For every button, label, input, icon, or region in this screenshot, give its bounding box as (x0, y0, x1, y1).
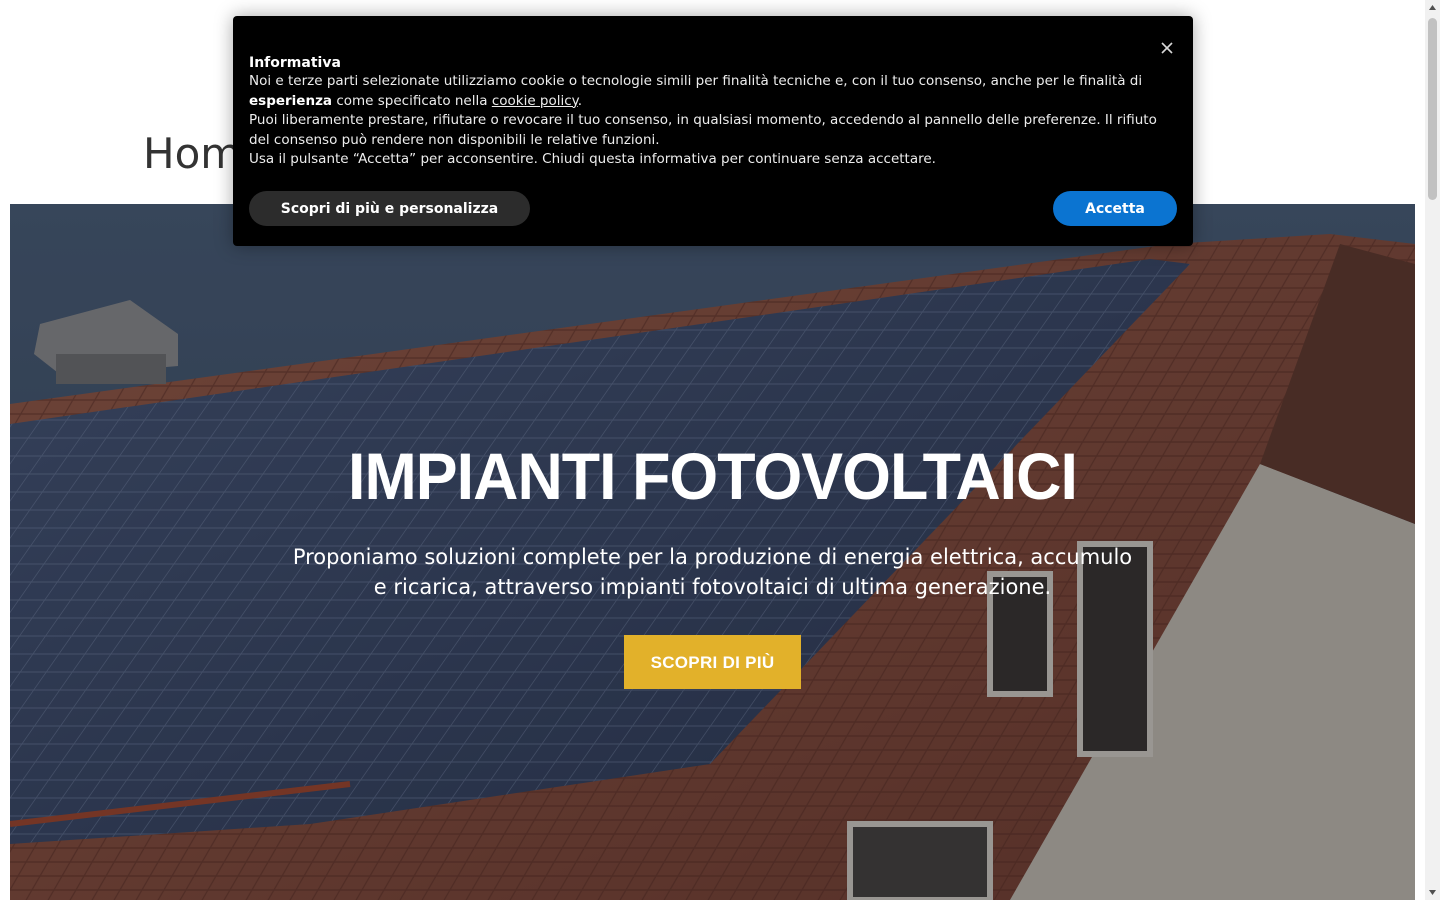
cookie-policy-link[interactable]: cookie policy (492, 93, 578, 109)
cookie-banner-title: Informativa (249, 55, 341, 71)
close-icon[interactable] (1159, 40, 1175, 56)
page-title: Hom (143, 129, 242, 178)
cookie-text-part: . (577, 92, 583, 109)
hero-content: IMPIANTI FOTOVOLTAICI Proponiamo soluzio… (10, 436, 1415, 689)
cookie-text-part: Noi e terze parti selezionate utilizziam… (249, 73, 1143, 89)
cookie-paragraph-2: Puoi liberamente prestare, rifiutare o r… (249, 112, 1157, 148)
hero-section: IMPIANTI FOTOVOLTAICI Proponiamo soluzio… (10, 204, 1415, 900)
discover-more-button[interactable]: SCOPRI DI PIÙ (624, 635, 801, 689)
learn-more-customize-button[interactable]: Scopri di più e personalizza (249, 191, 530, 226)
cookie-banner-text: Noi e terze parti selezionate utilizziam… (249, 72, 1169, 170)
hero-subtitle: Proponiamo soluzioni complete per la pro… (292, 545, 1133, 599)
scroll-down-arrow-icon[interactable] (1425, 885, 1440, 900)
vertical-scrollbar[interactable] (1425, 0, 1440, 900)
cookie-text-part: come specificato nella (332, 92, 492, 109)
cookie-paragraph-1: Noi e terze parti selezionate utilizziam… (249, 72, 1169, 111)
cookie-text-bold: esperienza (249, 92, 333, 109)
cookie-banner: Informativa Noi e terze parti selezionat… (233, 16, 1193, 246)
accept-button[interactable]: Accetta (1053, 191, 1177, 226)
scrollbar-thumb[interactable] (1428, 18, 1437, 200)
scroll-up-arrow-icon[interactable] (1425, 0, 1440, 15)
cookie-paragraph-3: Usa il pulsante “Accetta” per acconsenti… (249, 151, 936, 168)
hero-title: IMPIANTI FOTOVOLTAICI (348, 439, 1078, 513)
